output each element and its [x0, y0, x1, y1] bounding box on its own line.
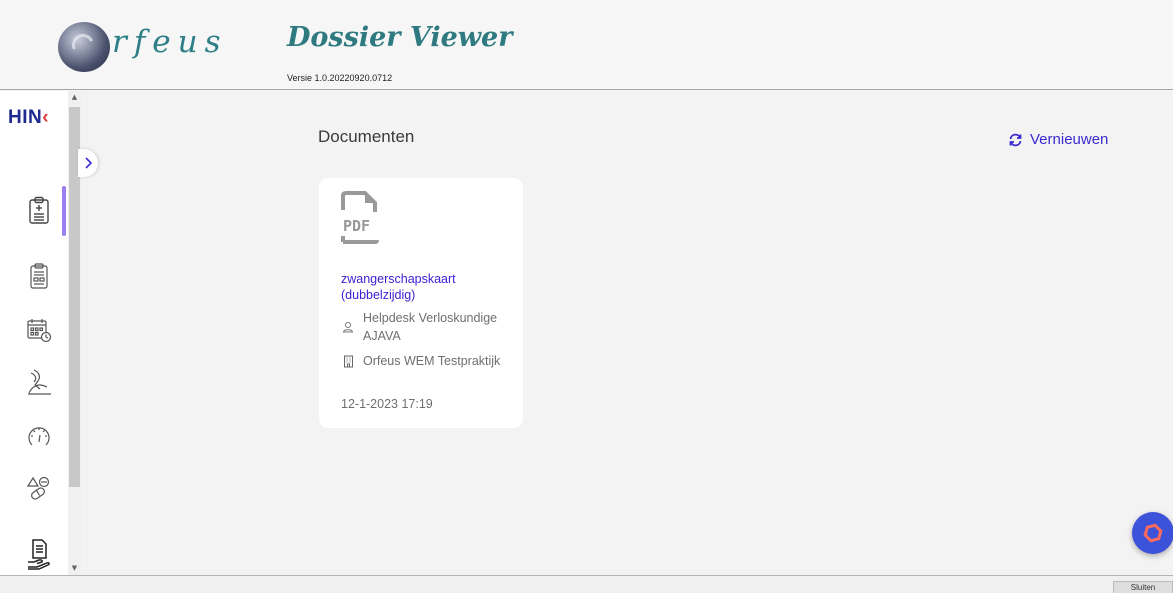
sidebar-item-echo[interactable]: [24, 367, 54, 397]
sidebar-item-agenda[interactable]: [24, 315, 54, 345]
sidebar-expand-button[interactable]: [78, 149, 98, 177]
document-organization-row: Orfeus WEM Testpraktijk: [341, 352, 513, 370]
ultrasound-icon: [28, 369, 51, 395]
close-button[interactable]: Sluiten: [1113, 581, 1173, 593]
sidebar: HIN‹: [0, 91, 68, 575]
scroll-down-arrow[interactable]: ▼: [70, 564, 79, 573]
app-window: rfeus Dossier Viewer Versie 1.0.20220920…: [0, 0, 1173, 593]
refresh-label: Vernieuwen: [1030, 131, 1109, 148]
version-label: Versie 1.0.20220920.0712: [287, 73, 393, 83]
brand-logo: HIN‹: [8, 107, 50, 128]
medication-icon: [26, 476, 50, 500]
assistant-logo-icon: [1143, 523, 1163, 543]
bottom-bar: Sluiten: [0, 575, 1173, 593]
sidebar-item-measurements[interactable]: [24, 421, 54, 451]
person-icon: [342, 322, 354, 333]
chevron-right-icon: [85, 157, 92, 169]
sidebar-item-dossier[interactable]: [24, 195, 54, 225]
document-organization: Orfeus WEM Testpraktijk: [363, 354, 501, 368]
app-header: rfeus Dossier Viewer Versie 1.0.20220920…: [0, 0, 1173, 90]
sidebar-item-overview[interactable]: [24, 261, 54, 291]
refresh-button[interactable]: Vernieuwen: [1008, 131, 1108, 148]
clipboard-plus-icon: [29, 196, 49, 224]
document-author-row: Helpdesk Verloskundige AJAVA: [341, 309, 513, 345]
active-nav-indicator: [62, 186, 66, 236]
orfeus-logo-text: rfeus: [112, 24, 228, 60]
orfeus-globe-logo: [58, 22, 110, 72]
calendar-clock-icon: [27, 319, 52, 343]
document-date: 12-1-2023 17:19: [341, 397, 433, 411]
document-card[interactable]: PDF zwangerschapskaart (dubbelzijdig) He…: [319, 178, 523, 428]
building-icon: [343, 355, 353, 367]
sidebar-item-documents[interactable]: [24, 539, 54, 570]
pdf-type-label: PDF: [343, 217, 370, 235]
pdf-file-icon: PDF: [339, 190, 381, 246]
app-title: Dossier Viewer: [287, 22, 513, 53]
assistant-button[interactable]: [1132, 512, 1173, 554]
document-name-link[interactable]: zwangerschapskaart (dubbelzijdig): [341, 271, 511, 303]
brand-text: HIN: [8, 107, 43, 128]
clipboard-chart-icon: [30, 263, 48, 289]
page-title: Documenten: [318, 127, 415, 146]
document-author: Helpdesk Verloskundige AJAVA: [363, 311, 498, 343]
sidebar-item-medication[interactable]: [24, 473, 54, 503]
gauge-icon: [28, 427, 50, 446]
scroll-up-arrow[interactable]: ▲: [70, 93, 79, 102]
refresh-icon: [1009, 133, 1022, 146]
document-hand-icon: [28, 539, 50, 570]
